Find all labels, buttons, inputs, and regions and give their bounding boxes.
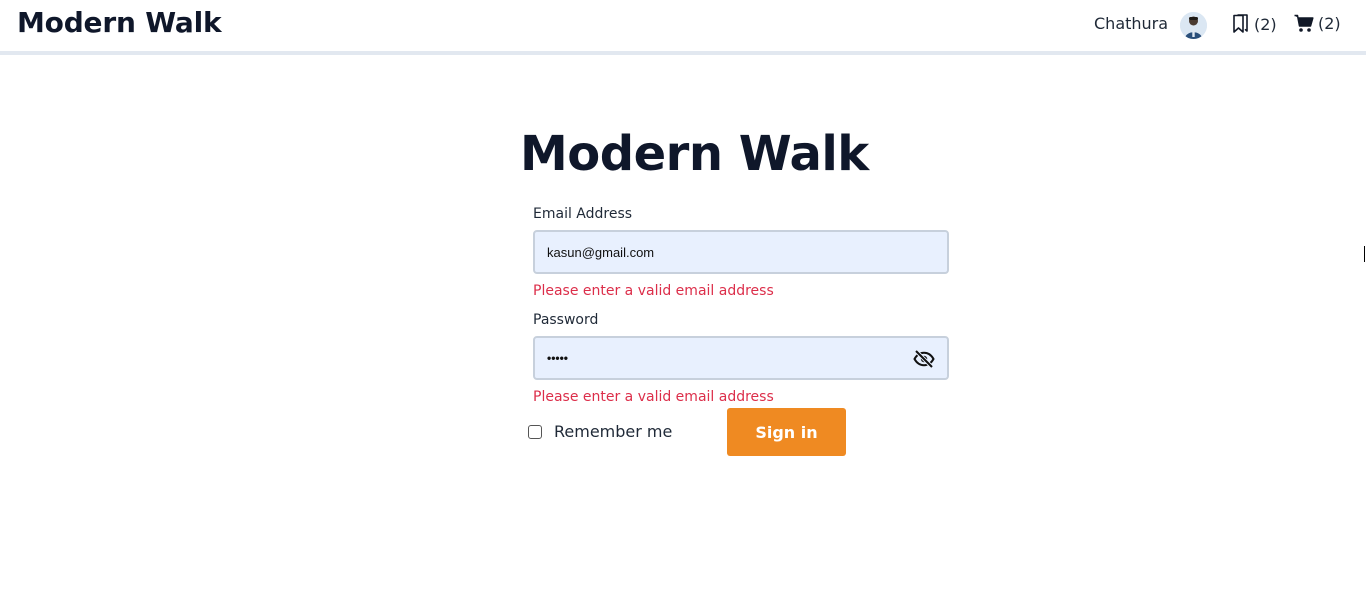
user-name[interactable]: Chathura — [1094, 14, 1168, 33]
user-avatar[interactable] — [1180, 12, 1207, 39]
email-field[interactable] — [547, 232, 897, 272]
avatar-image — [1180, 12, 1207, 39]
top-navbar: Modern Walk Chathura (2) (2) — [0, 0, 1366, 55]
email-label: Email Address — [533, 206, 633, 222]
eye-slash-icon[interactable] — [913, 349, 935, 369]
password-label: Password — [533, 312, 599, 328]
remember-label: Remember me — [554, 422, 673, 441]
bookmark-icon — [1233, 14, 1248, 33]
sign-in-button[interactable]: Sign in — [727, 408, 846, 456]
email-error: Please enter a valid email address — [533, 283, 774, 299]
cart-button[interactable]: (2) — [1294, 14, 1341, 33]
password-error: Please enter a valid email address — [533, 389, 774, 405]
text-cursor — [1364, 246, 1365, 262]
email-field-wrapper — [533, 230, 949, 274]
password-field-wrapper — [533, 336, 949, 380]
saved-items-button[interactable]: (2) — [1232, 14, 1277, 34]
remember-checkbox[interactable] — [528, 424, 542, 439]
brand-logo[interactable]: Modern Walk — [17, 6, 222, 39]
remember-me[interactable]: Remember me — [528, 422, 672, 441]
cart-icon — [1294, 14, 1314, 32]
saved-count: (2) — [1254, 14, 1277, 34]
page-title: Modern Walk — [520, 126, 869, 182]
cart-count: (2) — [1318, 14, 1341, 33]
password-field[interactable] — [547, 338, 897, 378]
